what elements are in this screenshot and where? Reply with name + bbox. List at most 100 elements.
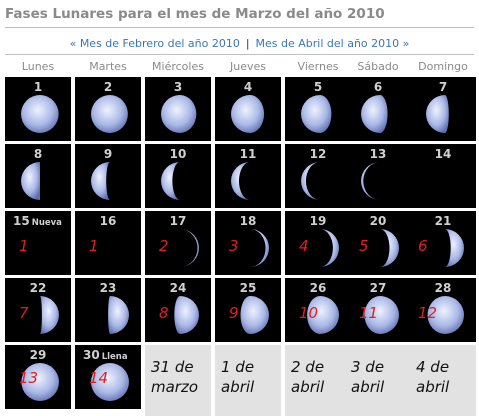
day-number: 27 [369,281,387,295]
day-cell-16[interactable]: 16 1 [75,211,141,275]
day-cell-15[interactable]: 15 Nueva 1 [5,211,71,275]
day-cell-13[interactable]: 13 [345,144,411,208]
handwritten-day-count: 10 [299,304,319,322]
day-cell-21[interactable]: 21 6 [410,211,476,275]
day-cell-27[interactable]: 27 11 [345,278,411,342]
day-cell-28[interactable]: 28 12 [410,278,476,342]
handwritten-day-count: 6 [418,237,428,255]
day-cell-18[interactable]: 18 3 [215,211,281,275]
day-cell-12[interactable]: 12 [285,144,351,208]
weekday-5: Viernes [297,60,339,73]
handwritten-day-count: 14 [89,369,109,387]
handwritten-day-count: 2 [159,237,169,255]
day-number: 2 [103,80,113,94]
day-cell-1[interactable]: 1 [5,77,71,141]
month-navigation: « Mes de Febrero del año 2010 | Mes de Abr… [0,37,479,50]
day-cell-25[interactable]: 25 9 [215,278,281,342]
annotation-cell-2: 1 de abril [215,345,281,416]
prev-month-link[interactable]: « Mes de Febrero del año 2010 [70,37,240,50]
annotation-date: 3 de abril [351,358,385,396]
day-cell-26[interactable]: 26 10 [285,278,351,342]
day-cell-22[interactable]: 22 7 [5,278,71,342]
annotation-cell-1: 31 de marzo [145,345,211,416]
weekday-7: Domingo [418,60,468,73]
day-cell-14[interactable]: 14 [410,144,476,208]
day-number: 4 [243,80,253,94]
annotation-date: 4 de abril [416,358,450,396]
day-number: 19 [309,214,327,228]
weekday-2: Martes [89,60,127,73]
handwritten-day-count: 1 [19,237,29,255]
day-cell-24[interactable]: 24 8 [145,278,211,342]
day-cell-17[interactable]: 17 2 [145,211,211,275]
day-number: 17 [169,214,187,228]
day-number: 18 [239,214,257,228]
annotation-date: 1 de abril [221,358,255,396]
day-number: 7 [438,80,448,94]
day-cell-2[interactable]: 2 [75,77,141,141]
handwritten-day-count: 9 [229,304,239,322]
day-number: 20 [369,214,387,228]
day-number: 11 [239,147,257,161]
handwritten-day-count: 4 [299,237,309,255]
handwritten-day-count: 5 [359,237,369,255]
day-number: 21 [434,214,452,228]
day-number: 30 Llena [83,348,128,362]
day-number: 8 [33,147,43,161]
weekday-1: Lunes [21,60,55,73]
nav-separator: | [245,37,250,50]
phase-label: Llena [101,352,128,362]
day-cell-29[interactable]: 29 13 [5,345,71,409]
day-number: 24 [169,281,187,295]
annotation-date: 2 de abril [291,358,325,396]
day-cell-30[interactable]: 30 Llena 14 [75,345,141,409]
day-cell-19[interactable]: 19 4 [285,211,351,275]
day-number: 23 [99,281,117,295]
day-number: 28 [434,281,452,295]
day-number: 6 [373,80,383,94]
day-number: 22 [29,281,47,295]
page-title: Fases Lunares para el mes de Marzo del a… [5,6,385,22]
weekday-6: Sábado [357,60,399,73]
day-cell-9[interactable]: 9 [75,144,141,208]
handwritten-day-count: 11 [359,304,379,322]
next-month-link[interactable]: Mes de Abril del año 2010 » [256,37,410,50]
day-number: 14 [434,147,452,161]
handwritten-day-count: 8 [159,304,169,322]
handwritten-day-count: 12 [418,304,438,322]
day-number: 29 [29,348,47,362]
day-cell-8[interactable]: 8 [5,144,71,208]
handwritten-day-count: 3 [229,237,239,255]
day-number: 15 Nueva [13,214,62,228]
annotation-cell-4: 3 de abril [345,345,411,416]
day-number: 1 [33,80,43,94]
day-cell-3[interactable]: 3 [145,77,211,141]
phase-label: Nueva [31,218,62,228]
handwritten-day-count: 1 [89,237,99,255]
day-number: 12 [309,147,327,161]
day-cell-7[interactable]: 7 [410,77,476,141]
handwritten-day-count: 13 [19,369,39,387]
weekday-4: Jueves [230,60,266,73]
day-cell-23[interactable]: 23 [75,278,141,342]
day-number: 3 [173,80,183,94]
day-number: 9 [103,147,113,161]
day-number: 5 [313,80,323,94]
day-cell-5[interactable]: 5 [285,77,351,141]
day-number: 10 [169,147,187,161]
day-cell-4[interactable]: 4 [215,77,281,141]
day-cell-11[interactable]: 11 [215,144,281,208]
annotation-date: 31 de marzo [151,358,199,396]
handwritten-day-count: 7 [19,304,29,322]
annotation-cell-3: 2 de abril [285,345,351,416]
annotation-cell-5: 4 de abril [410,345,476,416]
nav-divider [5,54,474,55]
day-cell-20[interactable]: 20 5 [345,211,411,275]
day-number: 25 [239,281,257,295]
day-cell-6[interactable]: 6 [345,77,411,141]
title-divider [5,27,474,28]
day-cell-10[interactable]: 10 [145,144,211,208]
day-number: 26 [309,281,327,295]
day-number: 13 [369,147,387,161]
weekday-3: Miércoles [152,60,204,73]
